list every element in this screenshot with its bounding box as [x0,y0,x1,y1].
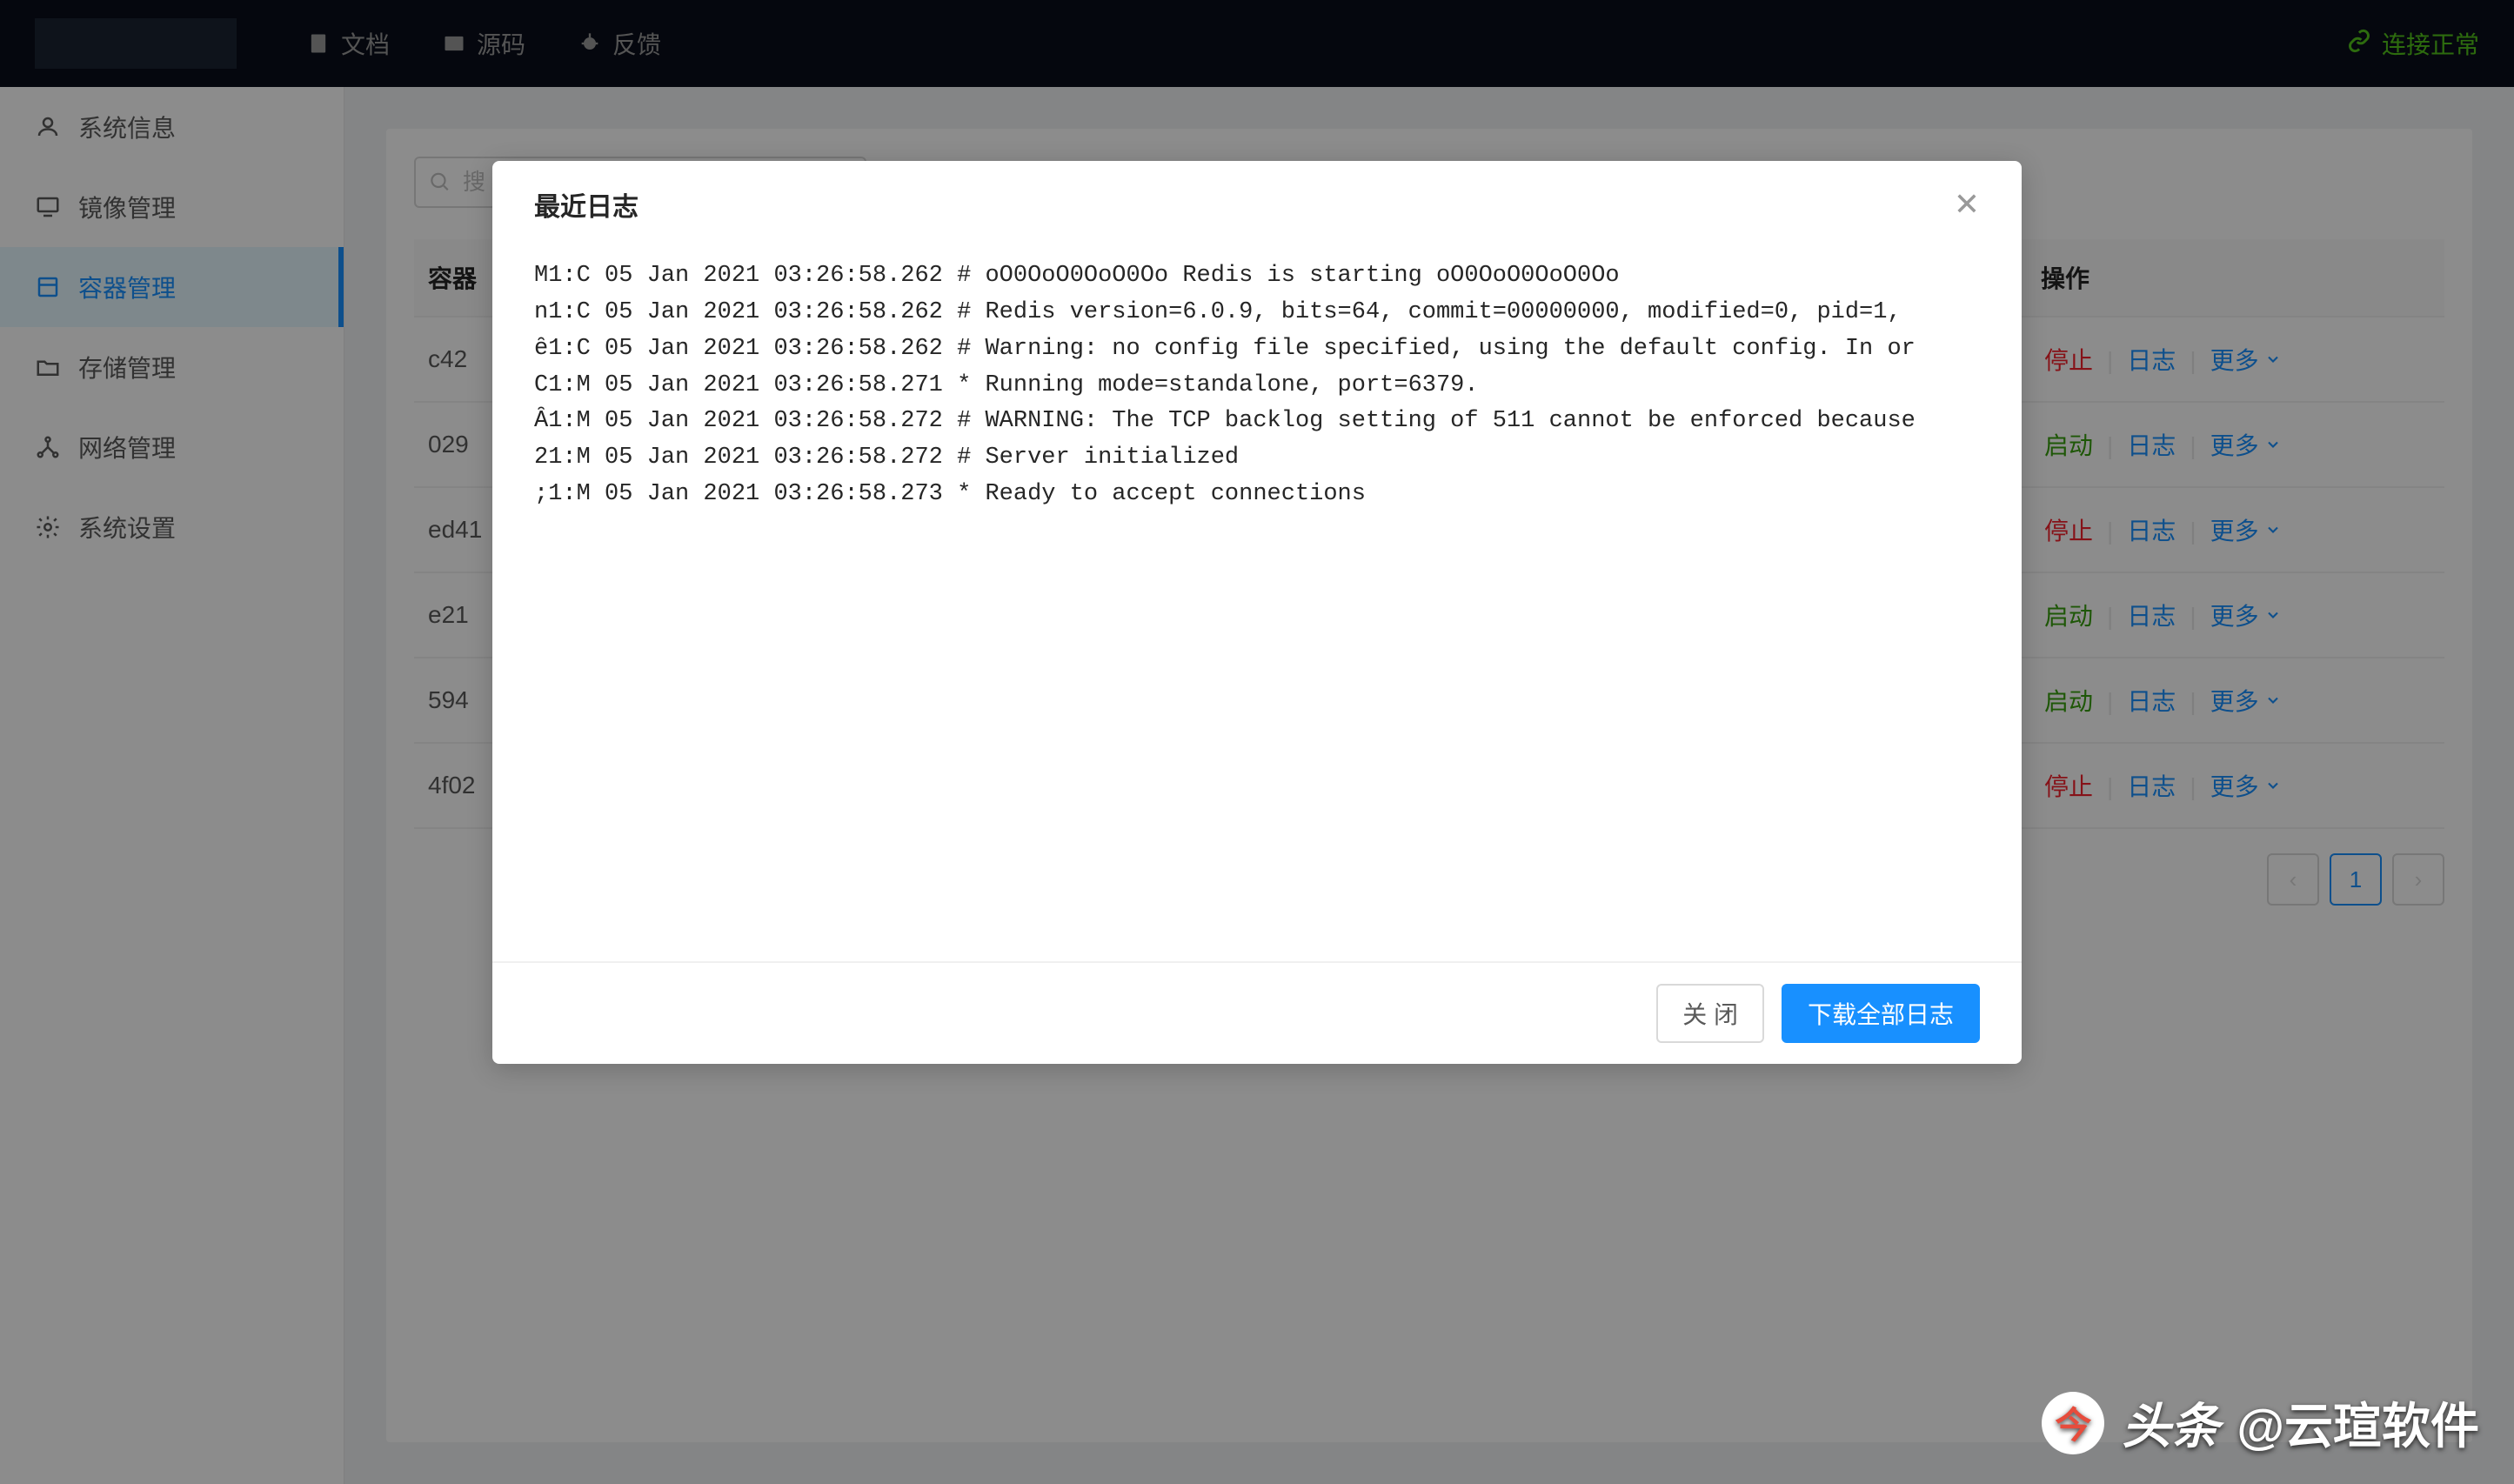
modal-close-button[interactable]: ✕ [1954,189,1980,220]
watermark: 今 头条 @云瑄软件 [2042,1387,2479,1458]
log-output: M1:C 05 Jan 2021 03:26:58.262 # oO0OoO0O… [534,258,1980,513]
watermark-author: @云瑄软件 [2237,1387,2479,1458]
log-modal: 最近日志 ✕ M1:C 05 Jan 2021 03:26:58.262 # o… [492,161,2022,1064]
modal-title: 最近日志 [534,185,639,224]
modal-close-btn[interactable]: 关 闭 [1656,984,1764,1043]
watermark-logo-icon: 今 [2042,1392,2104,1454]
close-icon: ✕ [1954,186,1980,222]
watermark-brand: 头条 [2122,1387,2219,1458]
download-logs-btn[interactable]: 下载全部日志 [1782,984,1980,1043]
